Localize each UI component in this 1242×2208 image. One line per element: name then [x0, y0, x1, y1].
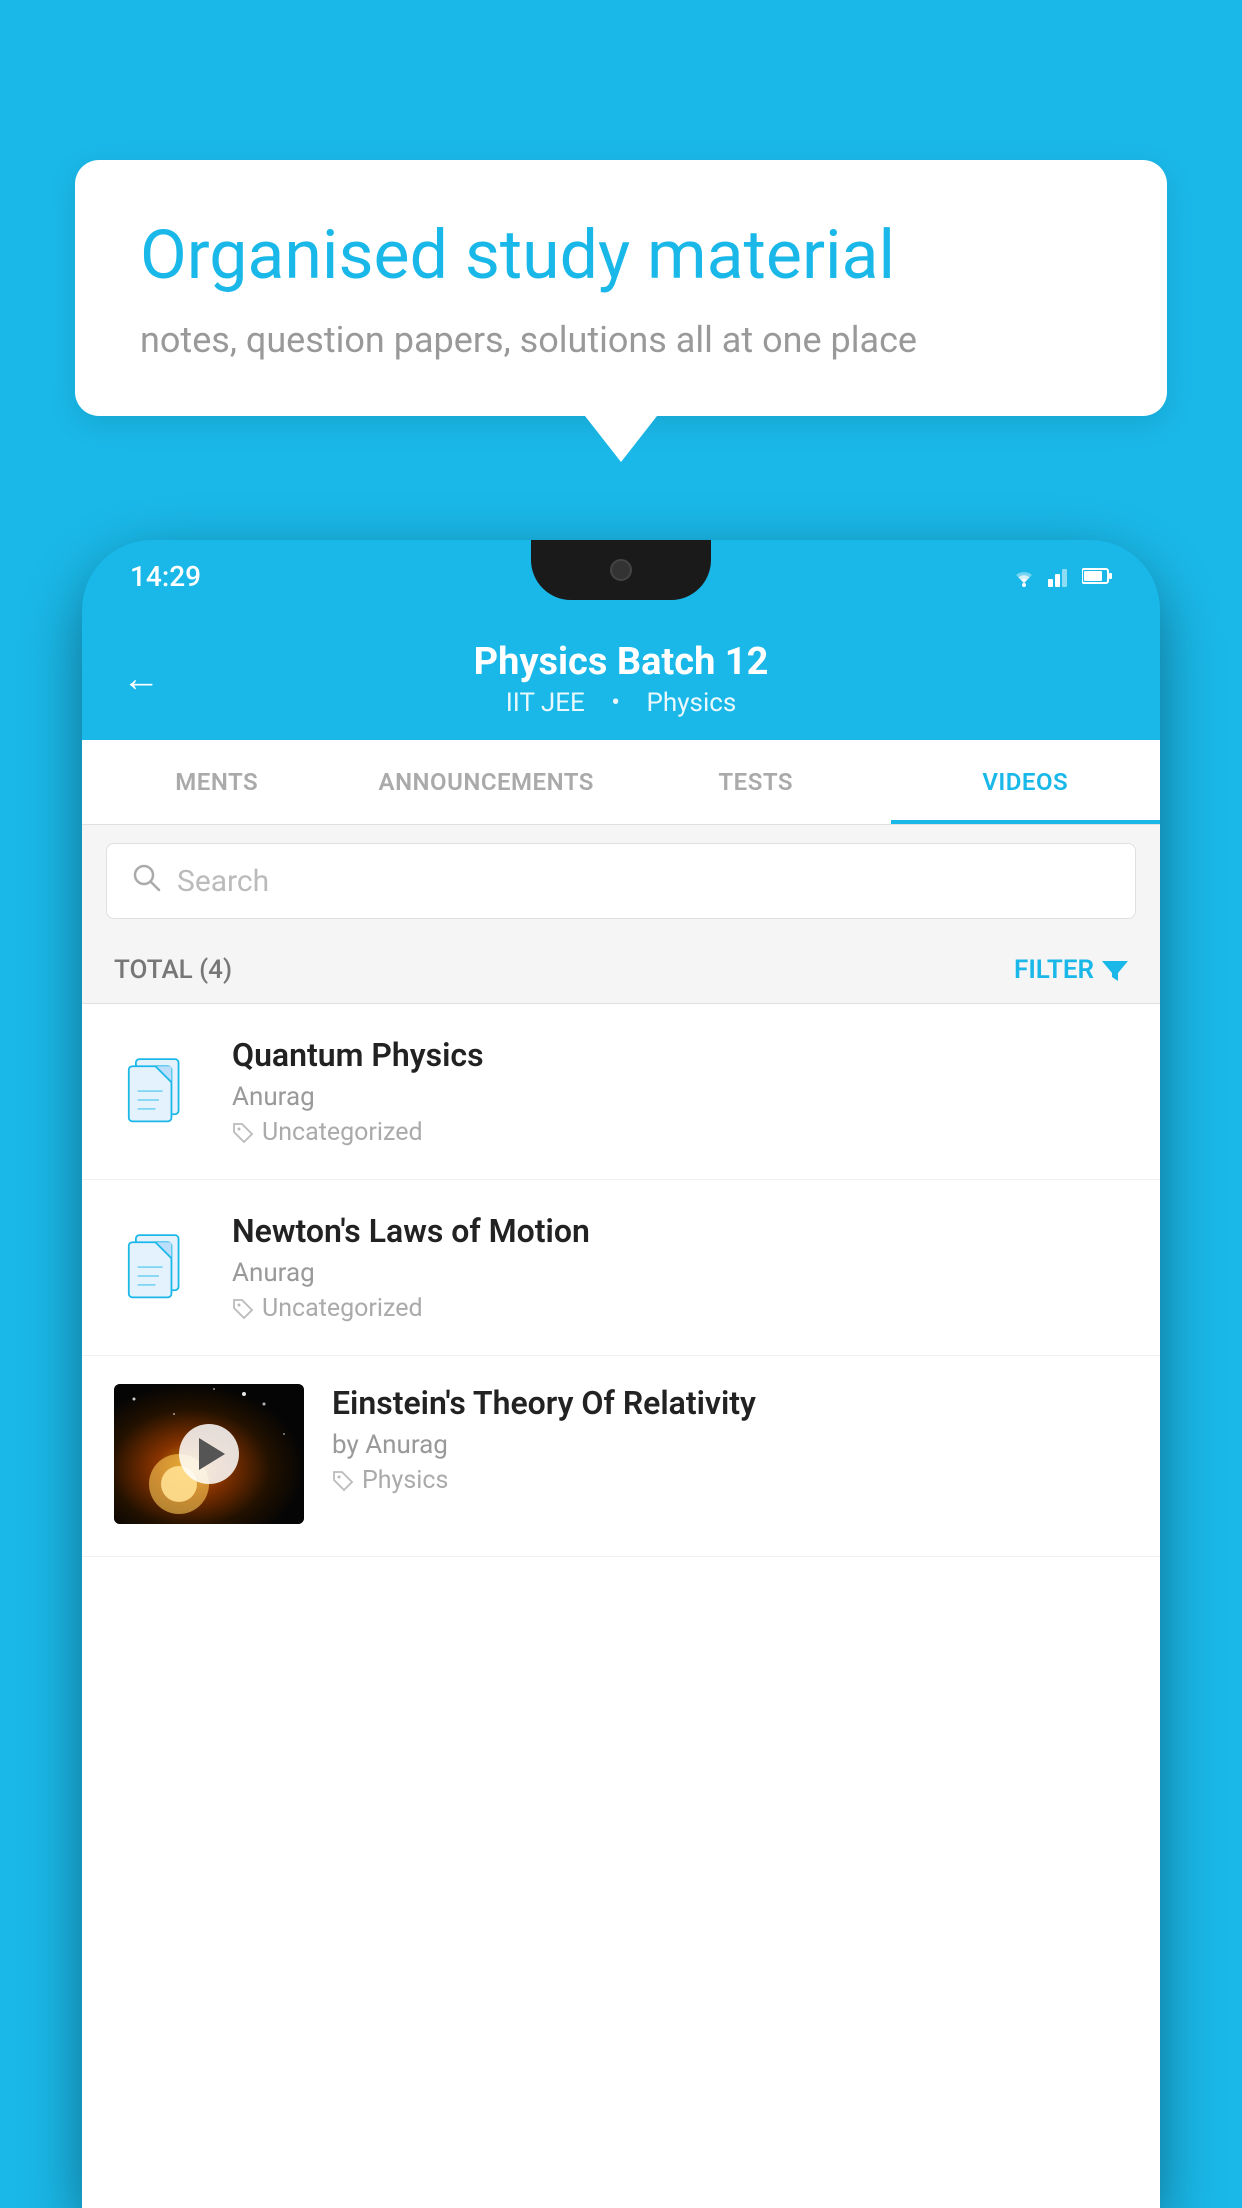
filter-bar: TOTAL (4) FILTER [82, 937, 1160, 1004]
tab-videos[interactable]: VIDEOS [891, 740, 1161, 824]
tab-tests[interactable]: TESTS [621, 740, 891, 824]
list-item[interactable]: Einstein's Theory Of Relativity by Anura… [82, 1356, 1160, 1557]
wifi-icon [1010, 565, 1038, 587]
bubble-subtitle: notes, question papers, solutions all at… [140, 319, 1102, 361]
tag-icon [332, 1470, 354, 1492]
search-input[interactable]: Search [106, 843, 1136, 919]
list-item[interactable]: Quantum Physics Anurag Uncategorized [82, 1004, 1160, 1180]
filter-label: FILTER [1014, 955, 1094, 985]
video-title: Einstein's Theory Of Relativity [332, 1384, 1128, 1422]
batch-name: Physics Batch 12 [122, 640, 1120, 684]
tab-ments[interactable]: MENTS [82, 740, 352, 824]
video-list: Quantum Physics Anurag Uncategorized [82, 1004, 1160, 1557]
battery-icon [1082, 567, 1112, 585]
tag-icon [232, 1298, 254, 1320]
search-bar-container: Search [82, 825, 1160, 937]
total-count: TOTAL (4) [114, 955, 232, 985]
app-header: ← Physics Batch 12 IIT JEE • Physics [82, 612, 1160, 740]
notch [531, 540, 711, 600]
tag-iitjee: IIT JEE [506, 688, 585, 718]
file-icon [114, 1047, 204, 1137]
app-content: ← Physics Batch 12 IIT JEE • Physics MEN… [82, 612, 1160, 2208]
tag-physics: Physics [647, 688, 737, 718]
file-icon [114, 1223, 204, 1313]
tag-label: Physics [362, 1466, 448, 1495]
video-thumbnail [114, 1384, 304, 1524]
video-tag: Uncategorized [232, 1294, 1128, 1323]
video-title: Newton's Laws of Motion [232, 1212, 1128, 1250]
status-time: 14:29 [130, 560, 201, 593]
list-item[interactable]: Newton's Laws of Motion Anurag Uncategor… [82, 1180, 1160, 1356]
search-icon [131, 862, 161, 900]
search-placeholder-text: Search [177, 864, 269, 899]
video-info: Einstein's Theory Of Relativity by Anura… [332, 1384, 1128, 1495]
tabs: MENTS ANNOUNCEMENTS TESTS VIDEOS [82, 740, 1160, 825]
phone-frame: 14:29 [82, 540, 1160, 2208]
video-author: Anurag [232, 1082, 1128, 1112]
bubble-title: Organised study material [140, 215, 1102, 297]
status-icons [1010, 565, 1112, 587]
video-tag: Uncategorized [232, 1118, 1128, 1147]
video-author: Anurag [232, 1258, 1128, 1288]
tag-label: Uncategorized [262, 1294, 423, 1323]
speech-bubble: Organised study material notes, question… [75, 160, 1167, 416]
status-bar: 14:29 [82, 540, 1160, 612]
video-title: Quantum Physics [232, 1036, 1128, 1074]
video-tag: Physics [332, 1466, 1128, 1495]
tab-announcements[interactable]: ANNOUNCEMENTS [352, 740, 622, 824]
play-triangle-icon [199, 1438, 225, 1470]
video-author: by Anurag [332, 1430, 1128, 1460]
batch-tags: IIT JEE • Physics [122, 688, 1120, 718]
filter-icon [1102, 957, 1128, 983]
header-title: Physics Batch 12 IIT JEE • Physics [122, 640, 1120, 718]
tag-icon [232, 1122, 254, 1144]
camera [610, 559, 632, 581]
filter-button[interactable]: FILTER [1014, 955, 1128, 985]
signal-icon [1048, 565, 1072, 587]
video-info: Newton's Laws of Motion Anurag Uncategor… [232, 1212, 1128, 1323]
video-info: Quantum Physics Anurag Uncategorized [232, 1036, 1128, 1147]
play-button[interactable] [179, 1424, 239, 1484]
tag-label: Uncategorized [262, 1118, 423, 1147]
tag-separator: • [611, 688, 626, 718]
